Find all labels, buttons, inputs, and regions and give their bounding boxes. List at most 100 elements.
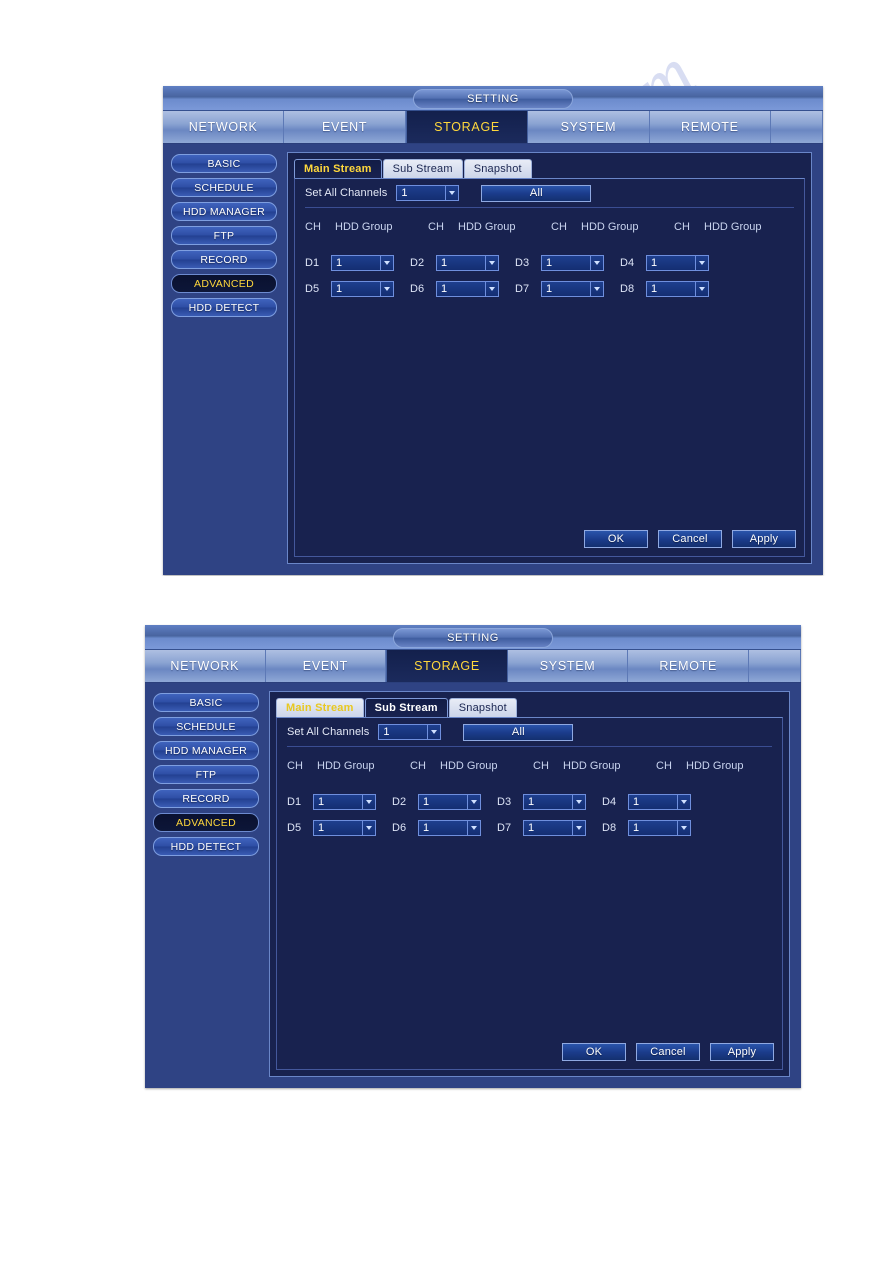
chevron-down-icon[interactable] — [695, 256, 708, 270]
sidebar-item-basic[interactable]: BASIC — [171, 154, 277, 173]
sidebar-item-record[interactable]: RECORD — [153, 789, 259, 808]
sidebar-item-hdd-detect[interactable]: HDD DETECT — [153, 837, 259, 856]
chevron-down-icon[interactable] — [590, 282, 603, 296]
sidebar-item-record[interactable]: RECORD — [171, 250, 277, 269]
top-tab-storage[interactable]: STORAGE — [386, 650, 508, 682]
table-row: D1 1 D2 1 D3 1 D4 1 — [305, 255, 794, 271]
chevron-down-icon[interactable] — [467, 795, 480, 809]
chevron-down-icon[interactable] — [467, 821, 480, 835]
hdd-group-select-d5[interactable]: 1 — [313, 820, 376, 836]
channel-cell-d6: D6 1 — [410, 281, 499, 297]
set-all-channels-select[interactable]: 1 — [378, 724, 442, 740]
set-all-channels-select[interactable]: 1 — [396, 185, 460, 201]
table-row: D5 1 D6 1 D7 1 D8 1 — [305, 281, 794, 297]
chevron-down-icon[interactable] — [590, 256, 603, 270]
all-button[interactable]: All — [481, 184, 592, 202]
top-tab-network[interactable]: NETWORK — [145, 650, 266, 682]
top-tab-remote[interactable]: REMOTE — [650, 111, 772, 143]
hdd-group-value-d4: 1 — [647, 256, 695, 270]
chevron-down-icon[interactable] — [380, 256, 393, 270]
window-body: BASIC SCHEDULE HDD MANAGER FTP RECORD AD… — [145, 683, 801, 1088]
sidebar-item-schedule[interactable]: SCHEDULE — [171, 178, 277, 197]
chevron-down-icon[interactable] — [485, 282, 498, 296]
header-ch-3: CH — [551, 221, 567, 233]
sidebar-item-advanced[interactable]: ADVANCED — [153, 813, 259, 832]
top-tab-system[interactable]: SYSTEM — [528, 111, 650, 143]
sidebar-item-schedule[interactable]: SCHEDULE — [153, 717, 259, 736]
sub-tab-sub-stream[interactable]: Sub Stream — [382, 159, 463, 178]
hdd-group-select-d5[interactable]: 1 — [331, 281, 394, 297]
chevron-down-icon[interactable] — [445, 186, 459, 200]
hdd-group-select-d3[interactable]: 1 — [541, 255, 604, 271]
hdd-group-select-d8[interactable]: 1 — [646, 281, 709, 297]
chevron-down-icon[interactable] — [380, 282, 393, 296]
cancel-button[interactable]: Cancel — [658, 530, 722, 548]
channel-cell-d1: D1 1 — [287, 794, 376, 810]
sub-tab-bar[interactable]: Main Stream Sub Stream Snapshot — [270, 692, 789, 717]
hdd-group-select-d2[interactable]: 1 — [418, 794, 481, 810]
chevron-down-icon[interactable] — [677, 821, 690, 835]
ok-button[interactable]: OK — [562, 1043, 626, 1061]
chevron-down-icon[interactable] — [572, 795, 585, 809]
chevron-down-icon[interactable] — [677, 795, 690, 809]
hdd-group-value-d7: 1 — [542, 282, 590, 296]
hdd-group-select-d1[interactable]: 1 — [331, 255, 394, 271]
sub-tab-snapshot[interactable]: Snapshot — [463, 159, 532, 178]
sidebar-item-hdd-manager[interactable]: HDD MANAGER — [171, 202, 277, 221]
sub-tab-main-stream[interactable]: Main Stream — [294, 159, 382, 178]
top-tab-bar[interactable]: NETWORK EVENT STORAGE SYSTEM REMOTE — [163, 111, 824, 144]
top-tab-bar[interactable]: NETWORK EVENT STORAGE SYSTEM REMOTE — [145, 650, 801, 683]
header-ch-3: CH — [533, 760, 549, 772]
sidebar-item-hdd-manager[interactable]: HDD MANAGER — [153, 741, 259, 760]
top-tab-event[interactable]: EVENT — [266, 650, 387, 682]
table-row: D5 1 D6 1 D7 1 D8 1 — [287, 820, 772, 836]
top-tab-system[interactable]: SYSTEM — [508, 650, 629, 682]
hdd-group-select-d6[interactable]: 1 — [436, 281, 499, 297]
title-bar: SETTING — [145, 625, 801, 650]
sub-tab-snapshot[interactable]: Snapshot — [448, 698, 517, 717]
top-tab-storage[interactable]: STORAGE — [405, 111, 529, 143]
footer-buttons: OK Cancel Apply — [562, 1043, 774, 1061]
hdd-group-select-d7[interactable]: 1 — [523, 820, 586, 836]
chevron-down-icon[interactable] — [427, 725, 441, 739]
header-group-1: HDD Group — [335, 221, 393, 233]
sidebar-item-ftp[interactable]: FTP — [171, 226, 277, 245]
apply-button[interactable]: Apply — [732, 530, 796, 548]
sidebar-item-basic[interactable]: BASIC — [153, 693, 259, 712]
chevron-down-icon[interactable] — [572, 821, 585, 835]
hdd-group-value-d5: 1 — [332, 282, 380, 296]
chevron-down-icon[interactable] — [362, 821, 375, 835]
ok-button[interactable]: OK — [584, 530, 648, 548]
sub-tab-sub-stream[interactable]: Sub Stream — [364, 698, 448, 717]
hdd-group-value-d1: 1 — [332, 256, 380, 270]
sidebar-item-ftp[interactable]: FTP — [153, 765, 259, 784]
channel-cell-d1: D1 1 — [305, 255, 394, 271]
all-button[interactable]: All — [463, 723, 574, 741]
top-tab-empty-slot — [771, 111, 824, 143]
hdd-group-select-d2[interactable]: 1 — [436, 255, 499, 271]
hdd-group-select-d4[interactable]: 1 — [646, 255, 709, 271]
hdd-group-select-d7[interactable]: 1 — [541, 281, 604, 297]
channel-label-d7: D7 — [497, 822, 512, 834]
apply-button[interactable]: Apply — [710, 1043, 774, 1061]
hdd-group-select-d3[interactable]: 1 — [523, 794, 586, 810]
hdd-group-select-d6[interactable]: 1 — [418, 820, 481, 836]
chevron-down-icon[interactable] — [362, 795, 375, 809]
settings-panel: Set All Channels 1 All CH HDD Group CH H… — [276, 717, 783, 1070]
top-tab-remote[interactable]: REMOTE — [628, 650, 749, 682]
sidebar-item-advanced[interactable]: ADVANCED — [171, 274, 277, 293]
chevron-down-icon[interactable] — [695, 282, 708, 296]
channel-label-d7: D7 — [515, 283, 530, 295]
hdd-group-select-d1[interactable]: 1 — [313, 794, 376, 810]
cancel-button[interactable]: Cancel — [636, 1043, 700, 1061]
hdd-group-select-d8[interactable]: 1 — [628, 820, 691, 836]
hdd-group-value-d5: 1 — [314, 821, 362, 835]
sidebar-item-hdd-detect[interactable]: HDD DETECT — [171, 298, 277, 317]
top-tab-network[interactable]: NETWORK — [163, 111, 285, 143]
top-tab-event[interactable]: EVENT — [284, 111, 406, 143]
channel-cell-d7: D7 1 — [497, 820, 586, 836]
hdd-group-select-d4[interactable]: 1 — [628, 794, 691, 810]
sub-tab-bar[interactable]: Main Stream Sub Stream Snapshot — [288, 153, 811, 178]
chevron-down-icon[interactable] — [485, 256, 498, 270]
sub-tab-main-stream[interactable]: Main Stream — [276, 698, 364, 717]
